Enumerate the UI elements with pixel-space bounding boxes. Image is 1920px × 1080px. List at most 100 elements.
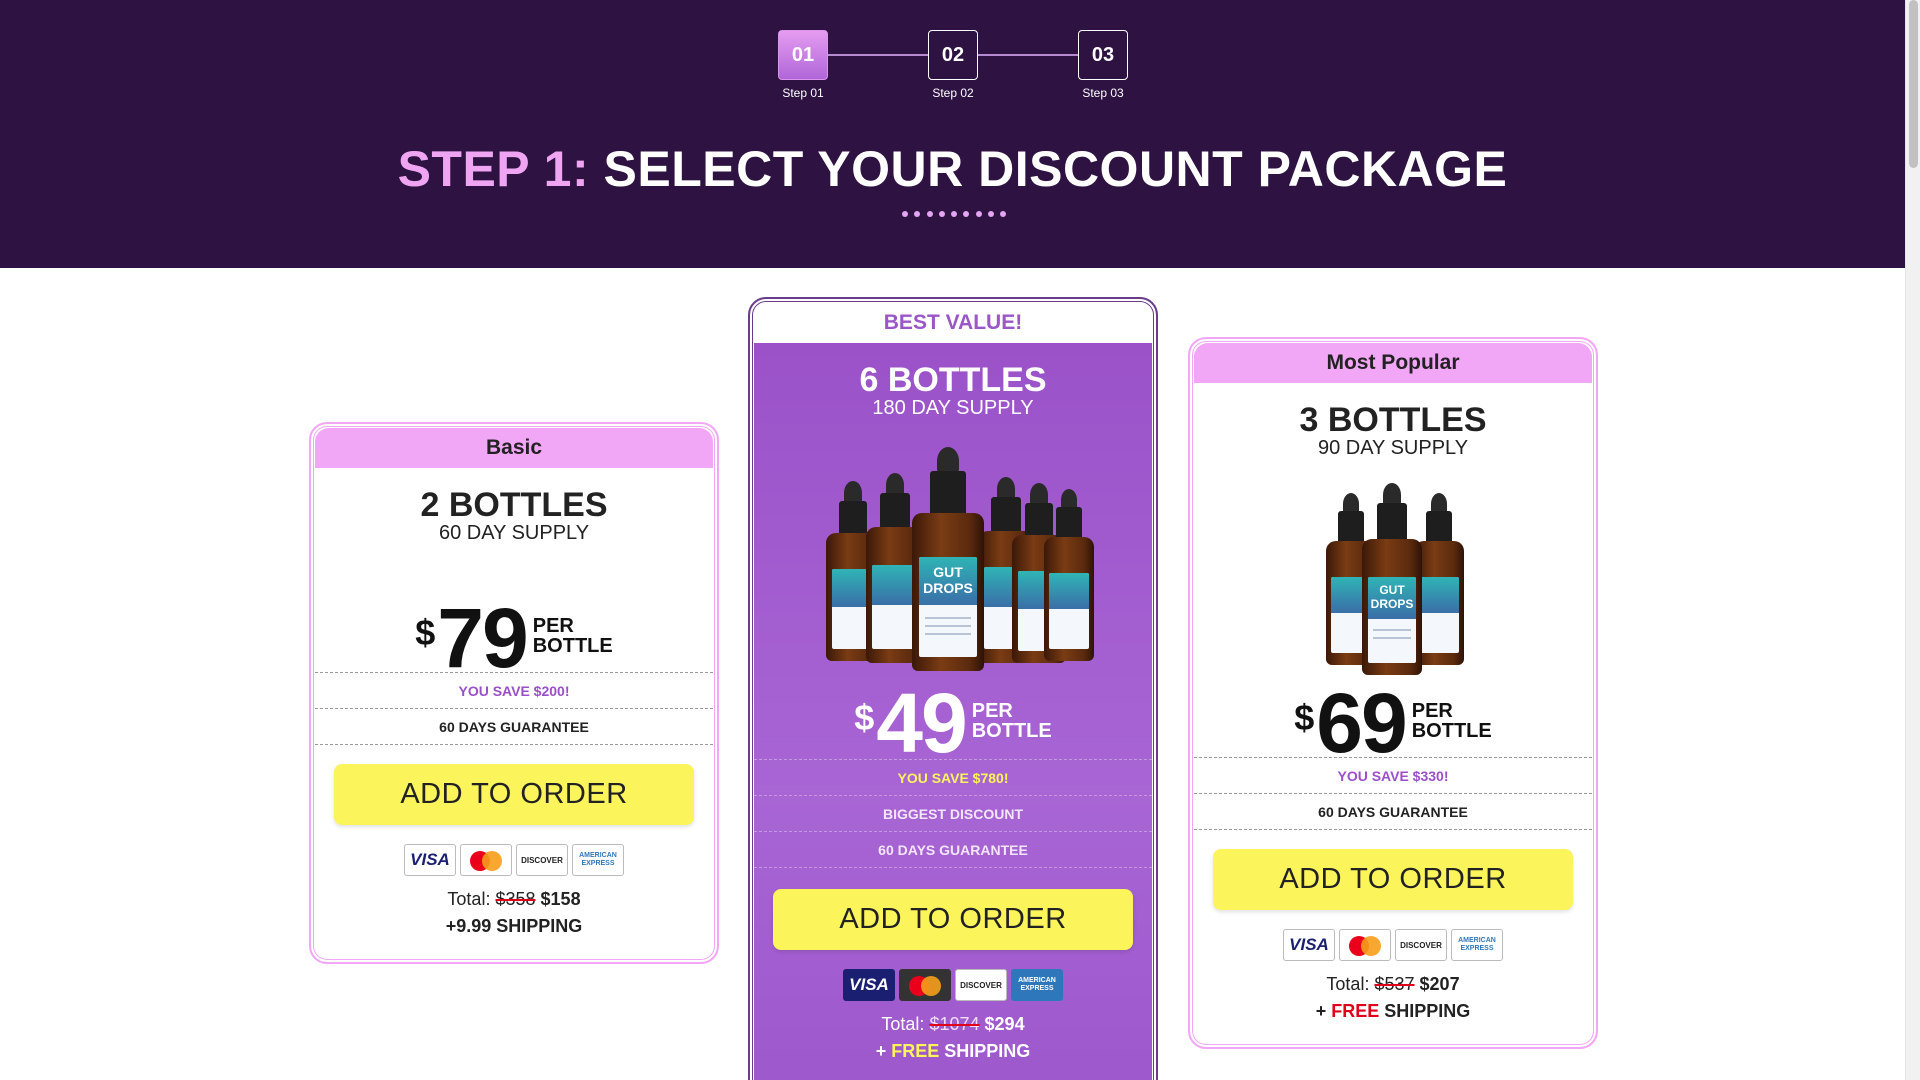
total-basic: Total: $358 $158 [311, 889, 717, 910]
divider-dot [902, 211, 908, 217]
package-supply-popular: 90 DAY SUPPLY [1317, 437, 1469, 459]
package-header-best-value: BEST VALUE! [754, 303, 1152, 343]
visa-card-icon: VISA [843, 969, 895, 1001]
add-to-order-button-popular[interactable]: ADD TO ORDER [1213, 849, 1573, 910]
divider-dot [1000, 211, 1006, 217]
guarantee-basic: 60 DAYS GUARANTEE [315, 708, 713, 744]
bottle-label-line1: GUT [933, 564, 963, 580]
shipping-suffix: SHIPPING [944, 1041, 1031, 1061]
add-to-order-button-basic[interactable]: ADD TO ORDER [334, 764, 694, 825]
price-per: PER [971, 700, 1013, 722]
bottle-front: GUT DROPS [1362, 483, 1422, 675]
divider-dot [987, 211, 994, 217]
total-new-price: $207 [1419, 974, 1460, 994]
total-label: Total: [881, 1014, 925, 1034]
step-1-indicator[interactable]: 01 [778, 30, 828, 80]
bottle-front: GUT DROPS [912, 447, 984, 671]
total-best: Total: $1074 $294 [750, 1014, 1156, 1035]
price-basic: $ 79 PER BOTTLE [311, 596, 717, 680]
price-amount: 49 [876, 676, 967, 770]
shipping-popular: + FREE SHIPPING [1190, 1001, 1596, 1022]
total-label: Total: [1326, 974, 1370, 994]
shipping-prefix: + [1315, 1001, 1327, 1021]
step-connector [978, 54, 1078, 56]
package-supply-basic: 60 DAY SUPPLY [438, 522, 590, 544]
page-title-text: SELECT YOUR DISCOUNT PACKAGE [603, 141, 1508, 197]
price-currency: $ [854, 697, 875, 738]
shipping-basic: +9.99 SHIPPING [445, 916, 583, 936]
bottle [1044, 489, 1094, 661]
price-per: PER [532, 615, 574, 637]
divider-dot [938, 211, 945, 217]
package-bottles-basic: 2 BOTTLES [420, 486, 608, 524]
step-2-label: Step 02 [932, 86, 974, 100]
shipping-free: FREE [891, 1041, 940, 1061]
total-new-price: $294 [984, 1014, 1025, 1034]
step-3-indicator[interactable]: 03 [1078, 30, 1128, 80]
amex-card-icon: AMERICAN EXPRESS [572, 844, 624, 876]
shipping-best: + FREE SHIPPING [750, 1041, 1156, 1062]
step-progress: 01 Step 01 02 Step 02 03 Step 03 [778, 30, 1128, 110]
package-bottles-best: 6 BOTTLES [859, 361, 1047, 399]
shipping-free: FREE [1331, 1001, 1380, 1021]
divider-dot [975, 211, 982, 217]
shipping-suffix: SHIPPING [1384, 1001, 1471, 1021]
amex-card-icon: AMERICAN EXPRESS [1451, 929, 1503, 961]
row-divider [754, 867, 1152, 868]
divider-dot [914, 211, 921, 217]
price-unit: PER BOTTLE [533, 616, 613, 656]
add-to-order-button-best[interactable]: ADD TO ORDER [773, 889, 1133, 950]
price-currency: $ [415, 612, 436, 653]
checkout-header: 01 Step 01 02 Step 02 03 Step 03 STEP 1:… [0, 0, 1905, 268]
visa-card-icon: VISA [404, 844, 456, 876]
package-card-best-value: BEST VALUE! 6 BOTTLES 180 DAY SUPPLY GUT… [748, 297, 1158, 1080]
guarantee-popular: 60 DAYS GUARANTEE [1194, 793, 1592, 829]
price-per: PER [1411, 700, 1453, 722]
visa-card-icon: VISA [1283, 929, 1335, 961]
bottle-label-line2: DROPS [923, 580, 973, 596]
payment-cards: VISA DISCOVER AMERICAN EXPRESS [311, 844, 717, 876]
bottle-label-line2: DROPS [1370, 597, 1414, 611]
mastercard-icon [1339, 929, 1391, 961]
total-old-price: $537 [1374, 974, 1415, 994]
total-old-price: $358 [495, 889, 536, 909]
total-new-price: $158 [540, 889, 581, 909]
package-header-basic: Basic [315, 428, 713, 468]
package-card-basic: Basic 2 BOTTLES 60 DAY SUPPLY $ 79 PER BO… [309, 422, 719, 964]
price-bottle: BOTTLE [971, 720, 1052, 742]
package-header-most-popular: Most Popular [1194, 343, 1592, 383]
product-image-6-bottles: GUT DROPS [750, 447, 1156, 677]
biggest-discount-best: BIGGEST DISCOUNT [754, 795, 1152, 831]
price-amount: 69 [1316, 676, 1407, 770]
page: 01 Step 01 02 Step 02 03 Step 03 STEP 1:… [0, 0, 1920, 1080]
shipping-prefix: + [875, 1041, 887, 1061]
price-popular: $ 69 PER BOTTLE [1190, 681, 1596, 765]
page-scrollbar[interactable] [1905, 0, 1920, 1080]
price-amount: 79 [437, 591, 528, 685]
guarantee-best: 60 DAYS GUARANTEE [754, 831, 1152, 867]
step-3-label: Step 03 [1082, 86, 1124, 100]
discover-card-icon: DISCOVER [955, 969, 1007, 1001]
price-currency: $ [1294, 697, 1315, 738]
price-bottle: BOTTLE [532, 635, 613, 657]
savings-basic: YOU SAVE $200! [315, 672, 713, 708]
step-2-indicator[interactable]: 02 [928, 30, 978, 80]
page-title-accent: STEP 1: [397, 141, 590, 197]
divider-dot [926, 211, 933, 217]
price-best: $ 49 PER BOTTLE [750, 681, 1156, 765]
amex-card-icon: AMERICAN EXPRESS [1011, 969, 1063, 1001]
price-bottle: BOTTLE [1411, 720, 1492, 742]
row-divider [315, 744, 713, 745]
package-card-most-popular: Most Popular 3 BOTTLES 90 DAY SUPPLY GUT… [1188, 337, 1598, 1049]
payment-cards: VISA DISCOVER AMERICAN EXPRESS [1190, 929, 1596, 961]
discover-card-icon: DISCOVER [516, 844, 568, 876]
row-divider [1194, 829, 1592, 830]
step-1-label: Step 01 [782, 86, 824, 100]
product-image-3-bottles: GUT DROPS [1190, 483, 1596, 683]
savings-popular: YOU SAVE $330! [1194, 757, 1592, 793]
step-connector [828, 54, 928, 56]
divider-dot [963, 211, 970, 217]
scrollbar-thumb[interactable] [1909, 0, 1918, 168]
title-divider-dots [902, 211, 1006, 219]
mastercard-icon [460, 844, 512, 876]
